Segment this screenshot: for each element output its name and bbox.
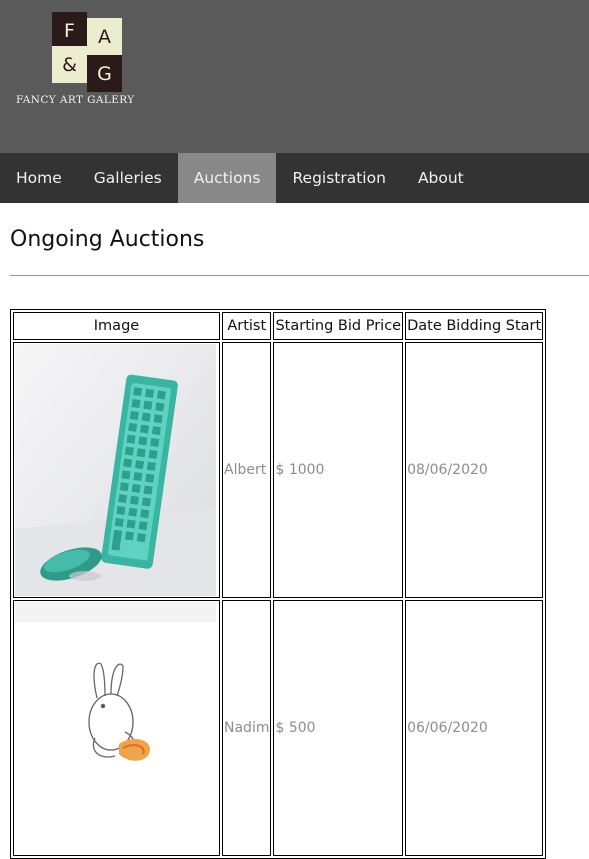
title-divider bbox=[10, 275, 589, 276]
logo-text: FANCY ART GALERY bbox=[16, 94, 135, 106]
nav-registration[interactable]: Registration bbox=[276, 153, 401, 203]
nav-galleries[interactable]: Galleries bbox=[78, 153, 178, 203]
artist-cell: Albert bbox=[222, 342, 272, 598]
artwork-image-keyboard[interactable] bbox=[15, 344, 216, 596]
logo-letter-g: G bbox=[87, 55, 122, 92]
nav-auctions[interactable]: Auctions bbox=[177, 153, 277, 203]
artwork-image-rabbit[interactable] bbox=[15, 602, 216, 854]
table-row: Nadim $ 500 06/06/2020 bbox=[13, 600, 544, 856]
column-header-artist: Artist bbox=[222, 312, 272, 340]
nav-about[interactable]: About bbox=[402, 153, 480, 203]
logo-letter-a: A bbox=[87, 18, 122, 55]
column-header-date: Date Bidding Start bbox=[405, 312, 544, 340]
page-title: Ongoing Auctions bbox=[10, 227, 205, 252]
price-cell: $ 500 bbox=[273, 600, 404, 856]
date-cell: 06/06/2020 bbox=[405, 600, 544, 856]
artwork-image-cell bbox=[13, 600, 220, 856]
artist-cell: Nadim bbox=[222, 600, 272, 856]
column-header-price: Starting Bid Price bbox=[273, 312, 404, 340]
main-nav: Home Galleries Auctions Registration Abo… bbox=[0, 153, 589, 203]
logo[interactable]: F A & G FANCY ART GALERY bbox=[16, 12, 156, 108]
site-header: F A & G FANCY ART GALERY bbox=[0, 0, 589, 153]
logo-mark: F A & G bbox=[52, 12, 122, 92]
table-row: Albert $ 1000 08/06/2020 bbox=[13, 342, 544, 598]
logo-letter-f: F bbox=[52, 12, 87, 49]
auctions-table: Image Artist Starting Bid Price Date Bid… bbox=[10, 309, 547, 859]
nav-home[interactable]: Home bbox=[0, 153, 78, 203]
main-content: Ongoing Auctions Image Artist Starting B… bbox=[0, 227, 589, 859]
date-cell: 08/06/2020 bbox=[405, 342, 544, 598]
table-header-row: Image Artist Starting Bid Price Date Bid… bbox=[13, 312, 544, 340]
artwork-image-cell bbox=[13, 342, 220, 598]
column-header-image: Image bbox=[13, 312, 220, 340]
logo-letter-ampersand: & bbox=[52, 46, 87, 83]
price-cell: $ 1000 bbox=[273, 342, 404, 598]
